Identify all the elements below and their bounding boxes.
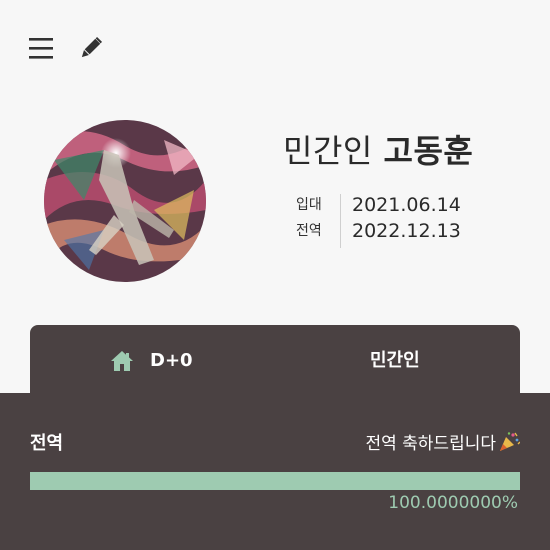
hamburger-menu-icon [29, 38, 53, 59]
enlist-date: 2021.06.14 [352, 194, 461, 216]
menu-button[interactable] [28, 36, 54, 62]
dday-count: D+0 [150, 350, 193, 371]
profile-avatar [44, 120, 206, 282]
top-bar [0, 0, 550, 100]
current-rank: 민간인 [370, 350, 420, 371]
discharge-label: 전역 [296, 223, 322, 239]
discharge-date: 2022.12.13 [352, 220, 461, 242]
progress-title: 전역 [30, 433, 64, 454]
congrats-text: 전역 축하드립니다 [365, 434, 496, 454]
pencil-icon [81, 36, 103, 58]
progress-percent: 100.0000000% [388, 493, 518, 513]
progress-bar [30, 472, 520, 490]
home-icon [111, 351, 133, 371]
edit-button[interactable] [76, 35, 104, 63]
dates-divider [340, 194, 341, 248]
enlist-label: 입대 [296, 197, 322, 213]
profile-rank: 민간인 [283, 132, 373, 170]
congrats-message: 전역 축하드립니다 [365, 429, 520, 454]
progress-bar-fill [30, 472, 520, 490]
profile-fullname: 고동훈 [383, 132, 474, 170]
party-popper-icon [500, 431, 520, 451]
profile-name: 민간인 고동훈 [283, 126, 473, 172]
progress-panel: 전역 전역 축하드립니다 100.0000000% [0, 393, 550, 550]
